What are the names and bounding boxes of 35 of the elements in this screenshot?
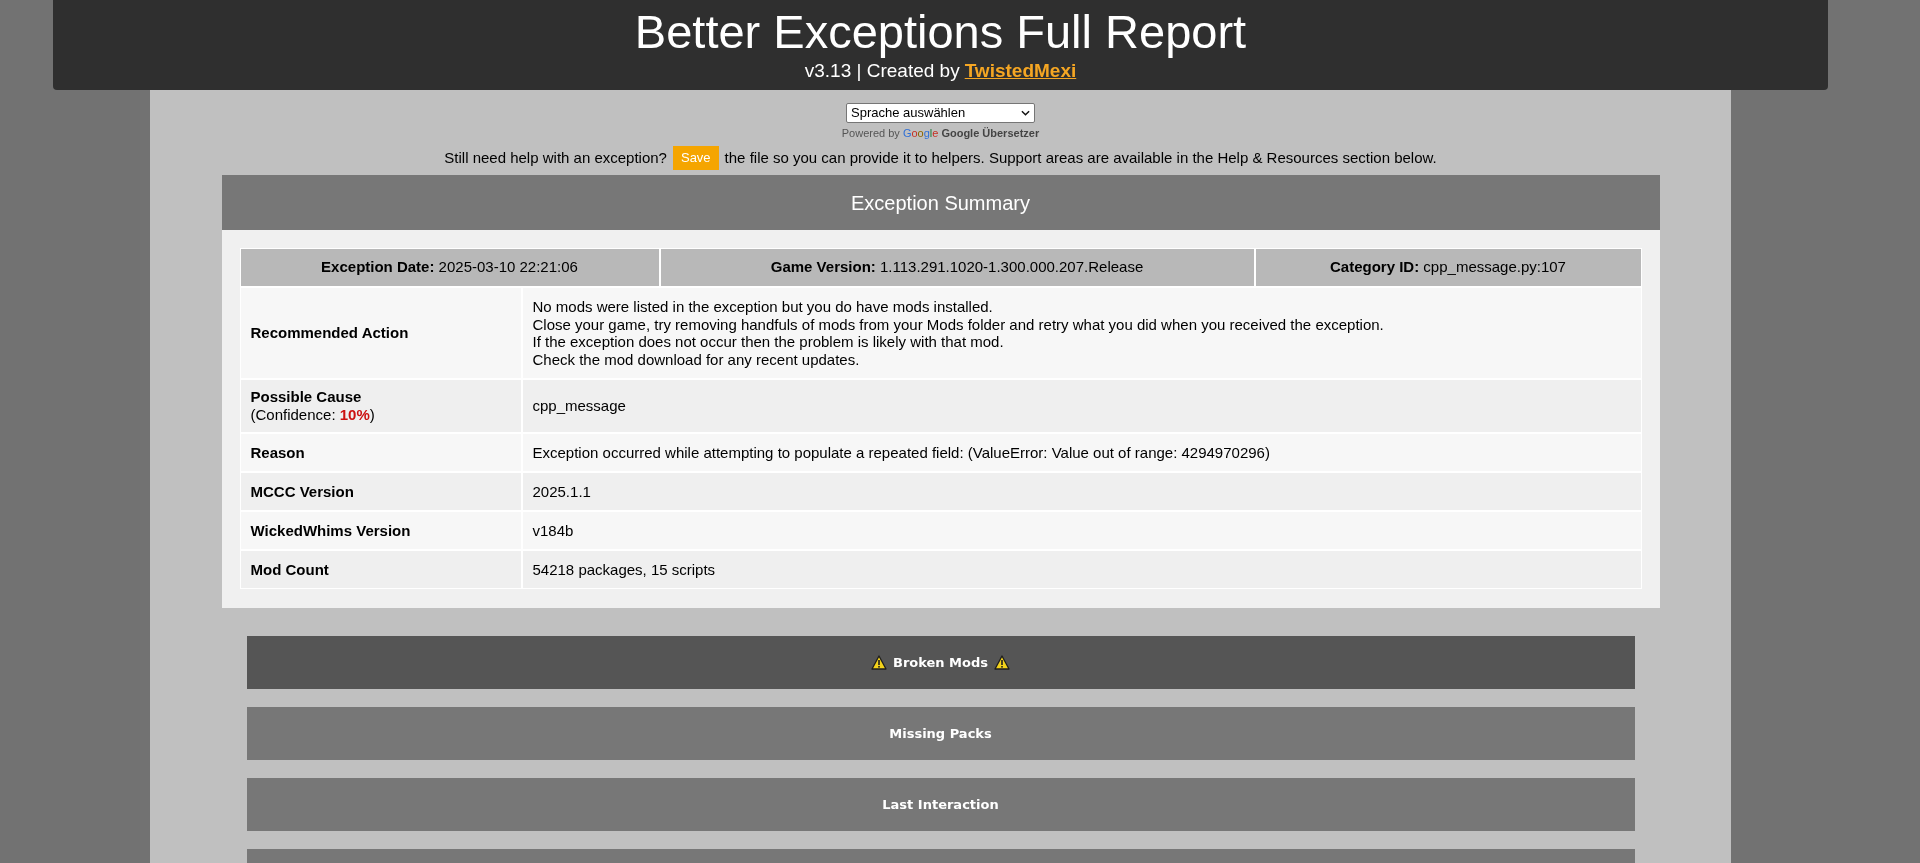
section-bar[interactable]: Missing Packs [246,707,1635,760]
warning-icon [994,655,1011,670]
row-label: MCCC Version [250,482,355,501]
warning-icon [870,655,887,670]
author-link[interactable]: TwistedMexi [964,59,1077,83]
row-label: Reason [250,443,306,462]
cell-text: Exception occurred while attempting to populate a repeated field: (ValueError: Value out of range: 4294970296) [532,443,1271,462]
cell-text: If the exception does not occur then the problem is likely with that mod. [532,333,1005,351]
page-title: Better Exceptions Full Report [634,5,1247,59]
cell-text: 54218 packages, 15 scripts [532,560,717,579]
section-bar[interactable]: Broken Mods [246,636,1635,689]
google-logo: Google [902,126,939,140]
cell-text: No mods were listed in the exception but you do have mods installed. [532,298,994,316]
panel-title: Exception Summary [851,190,1030,216]
header-text: Game Version: 1.113.291.1020-1.300.000.207.Release [770,257,1144,278]
version-text: v3.13 | Created by [804,59,960,83]
cell-text: v184b [532,521,575,540]
cell-text: Check the mod download for any recent updates. [532,350,861,368]
row-label: WickedWhims Version [250,521,412,540]
cell-text: cpp_message [532,397,627,415]
row-label: Recommended Action [250,324,410,342]
help-text: the file so you can provide it to helpers. Support areas are available in the Help & Resources section below. [724,147,1437,168]
cell-text: Close your game, try removing handfuls of mods from your Mods folder and retry what you did when you received the exception. [532,315,1385,333]
chevron-down-icon [1021,110,1030,116]
cell-text: 2025.1.1 [532,482,592,501]
header-text: Category ID: cpp_message.py:107 [1330,257,1566,278]
powered-by-text: Powered by [841,126,900,140]
row-label: Mod Count [250,560,330,579]
section-bar[interactable]: Last Interaction [246,778,1635,831]
row-label: Possible Cause [250,388,363,406]
help-text: Still need help with an exception? [444,147,667,168]
header-text: Exception Date: 2025-03-10 22:21:06 [321,257,578,278]
confidence-note: (Confidence: 10%) [250,406,376,424]
translate-link[interactable]: Google Übersetzer [941,126,1040,140]
language-select[interactable]: Sprache auswählen [846,103,1035,123]
